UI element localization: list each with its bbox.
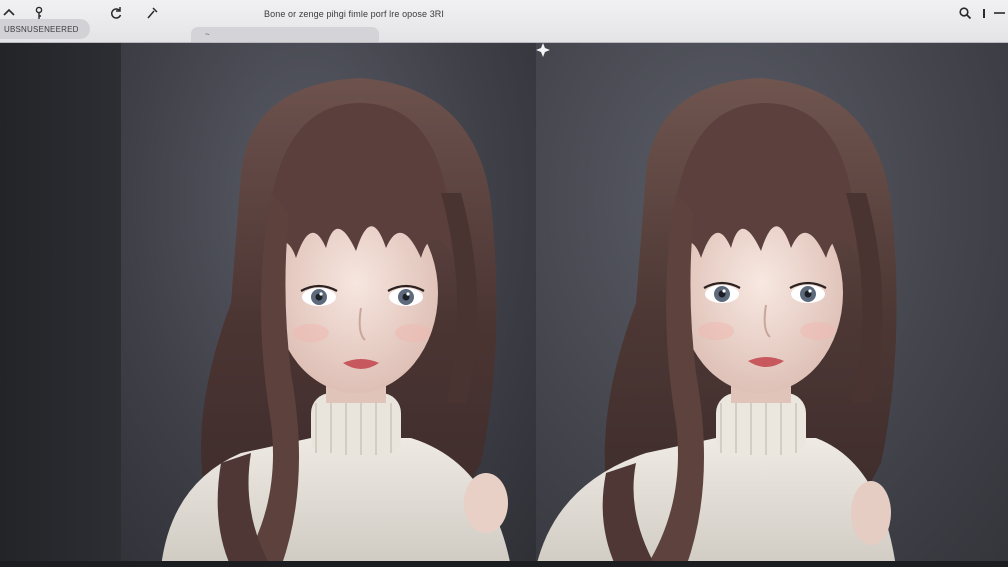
portrait-right-image [536, 78, 897, 567]
minimize-icon[interactable] [990, 4, 1008, 22]
left-gutter [0, 43, 121, 567]
left-tab-pill[interactable]: UBSNUSENEERED [0, 19, 90, 39]
address-bar[interactable]: ~ [191, 27, 379, 42]
portrait-left[interactable] [121, 43, 536, 567]
top-toolbar: UBSNUSENEERED Bone or zenge pihgi fimle … [0, 0, 1008, 43]
portrait-right[interactable] [536, 43, 1008, 567]
image-viewer [0, 43, 1008, 567]
bottom-bar [0, 561, 1008, 567]
portrait-left-image [161, 78, 511, 567]
tools-icon[interactable] [143, 4, 161, 22]
refresh-icon[interactable] [107, 4, 125, 22]
document-title: Bone or zenge pihgi fimle porf lre opose… [264, 9, 445, 19]
sparkle-icon[interactable] [536, 43, 550, 57]
search-icon[interactable] [956, 4, 974, 22]
